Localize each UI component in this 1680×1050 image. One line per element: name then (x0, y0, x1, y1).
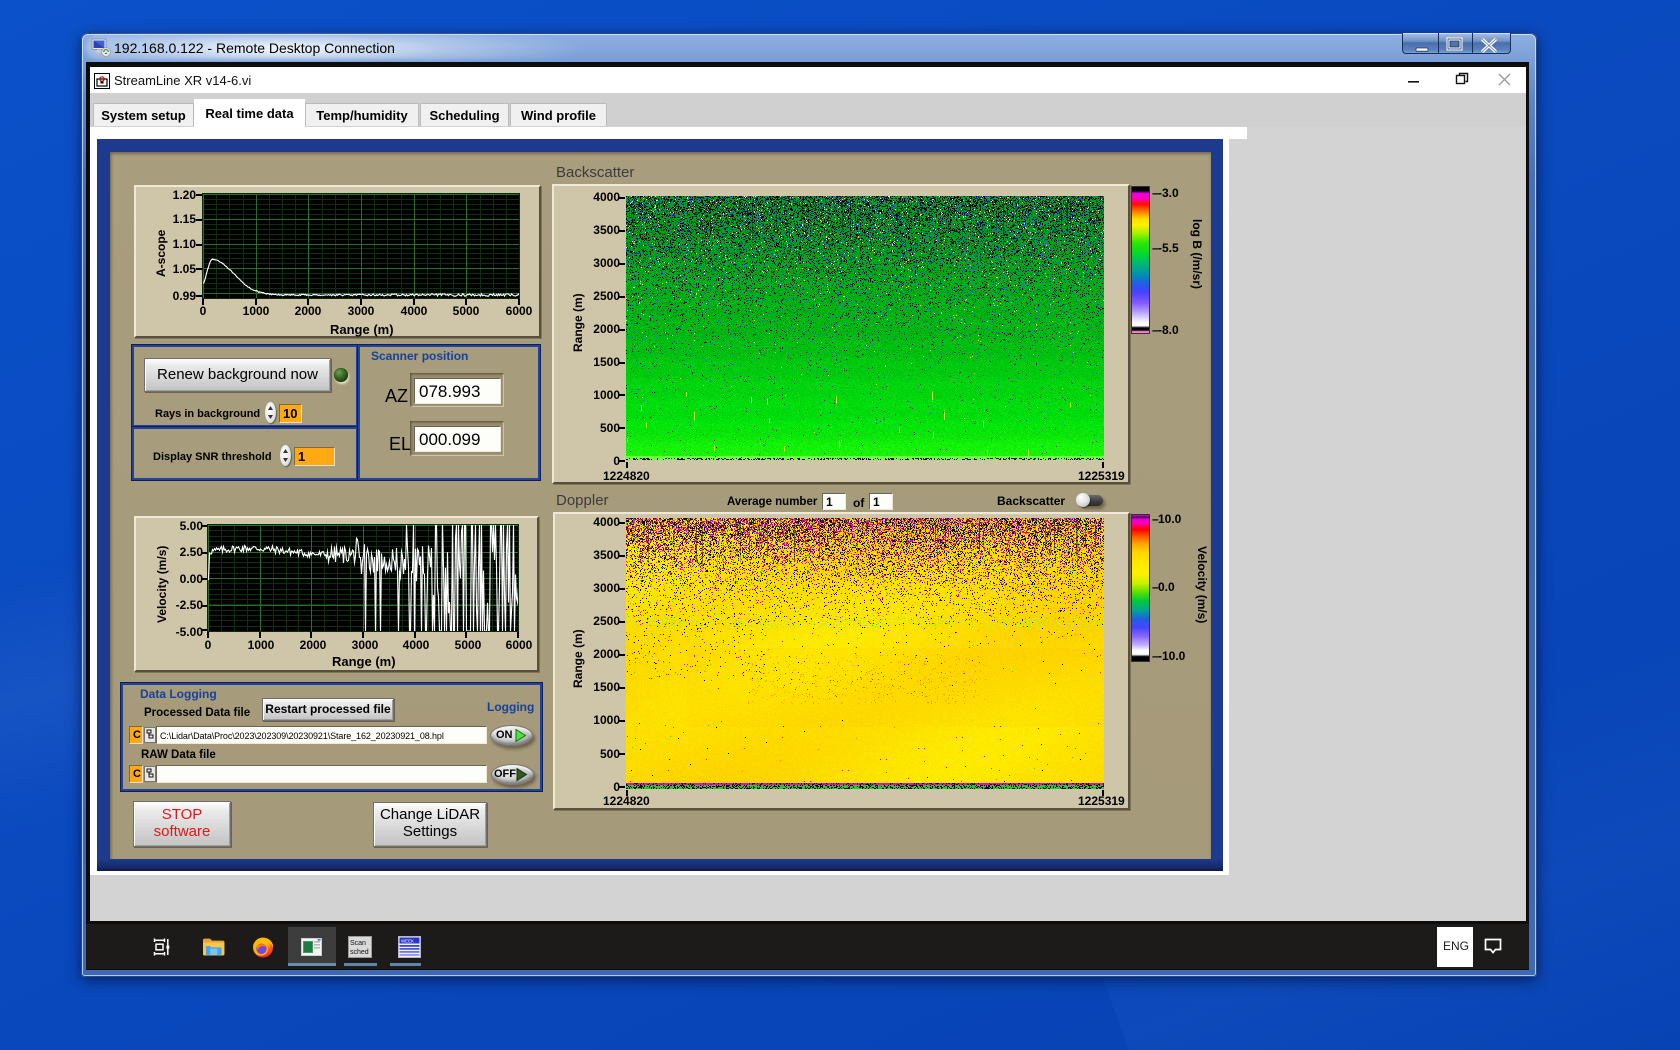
svg-text:Scan: Scan (350, 940, 366, 947)
svg-text:WEEK: WEEK (401, 939, 414, 944)
svg-text:sched: sched (350, 949, 369, 956)
